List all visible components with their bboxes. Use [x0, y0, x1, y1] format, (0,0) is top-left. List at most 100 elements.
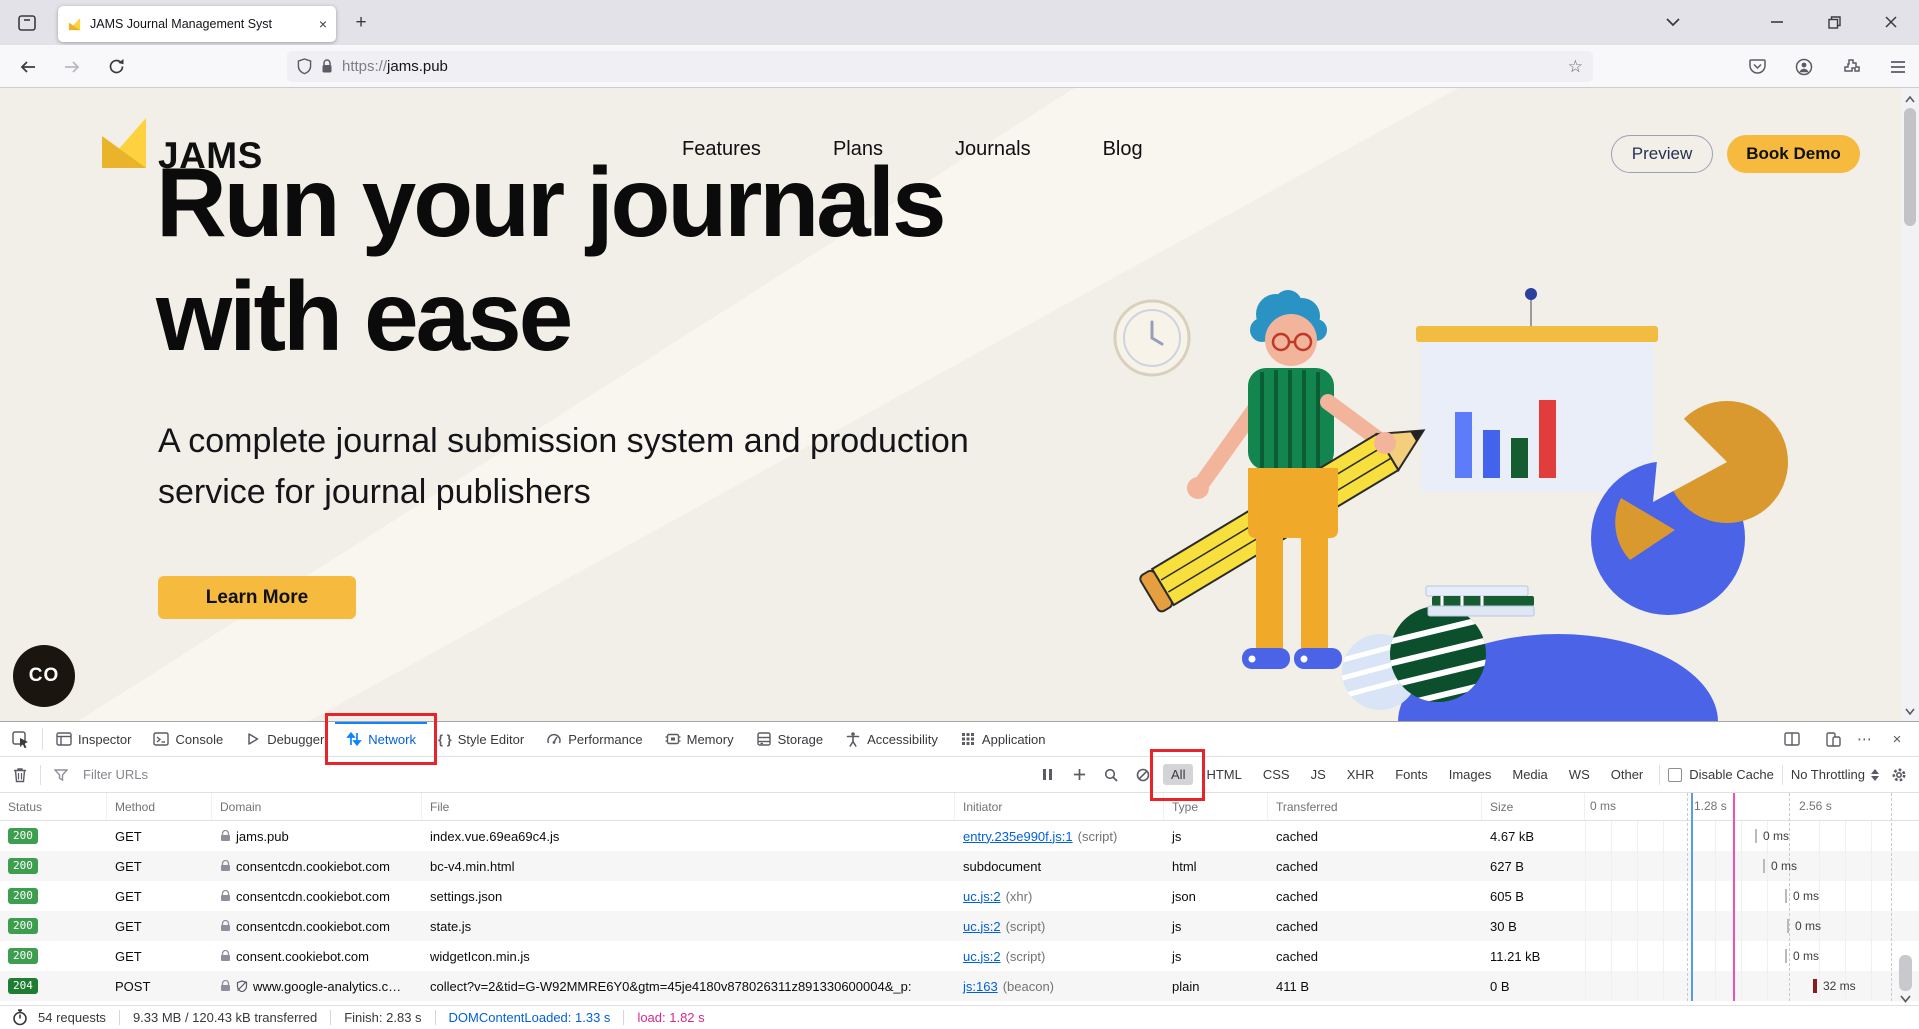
filter-chip-xhr[interactable]: XHR [1339, 764, 1382, 785]
menu-hamburger-icon[interactable] [1883, 52, 1913, 81]
list-tabs-chevron-icon[interactable] [1652, 8, 1694, 36]
column-header-type[interactable]: Type [1164, 793, 1268, 820]
page-scrollbar[interactable] [1901, 88, 1919, 722]
table-scrollbar-thumb[interactable] [1899, 955, 1912, 991]
tab-network[interactable]: Network [335, 722, 427, 756]
column-header-initiator[interactable]: Initiator [955, 793, 1164, 820]
storage-icon [756, 731, 772, 747]
filter-chip-all[interactable]: All [1163, 764, 1193, 785]
column-header-method[interactable]: Method [107, 793, 212, 820]
timeline-tick-0ms: 0 ms [1590, 799, 1616, 813]
tab-debugger[interactable]: Debugger [234, 722, 335, 756]
filter-chip-fonts[interactable]: Fonts [1387, 764, 1436, 785]
status-badge: 200 [8, 918, 38, 934]
disable-cache-control[interactable]: Disable Cache [1668, 767, 1774, 782]
column-header-file[interactable]: File [422, 793, 955, 820]
network-request-row[interactable]: 200 GET jams.pub index.vue.69ea69c4.js e… [0, 821, 1919, 851]
new-tab-button[interactable]: + [347, 10, 375, 36]
filter-chip-js[interactable]: JS [1303, 764, 1334, 785]
throttling-dropdown[interactable]: No Throttling [1791, 767, 1879, 782]
scroll-down-icon[interactable] [1903, 704, 1917, 718]
browser-tab[interactable]: JAMS Journal Management Syst × [58, 6, 336, 42]
reload-button[interactable] [100, 52, 132, 81]
stopwatch-icon[interactable] [12, 1009, 28, 1026]
forward-button[interactable] [56, 52, 88, 81]
window-close-button[interactable] [1870, 8, 1912, 36]
pause-recording-icon[interactable] [1035, 763, 1059, 787]
learn-more-button[interactable]: Learn More [158, 576, 356, 619]
webpage-viewport: JAMS Features Plans Journals Blog Previe… [0, 88, 1919, 722]
nav-item-blog[interactable]: Blog [1103, 138, 1143, 161]
lock-icon[interactable] [321, 59, 333, 74]
window-restore-button[interactable] [1813, 8, 1855, 36]
waterfall-bar: 0 ms [1763, 859, 1797, 873]
tab-style-editor[interactable]: { } Style Editor [427, 722, 535, 756]
column-header-domain[interactable]: Domain [212, 793, 422, 820]
filter-chip-media[interactable]: Media [1504, 764, 1555, 785]
network-settings-gear-icon[interactable] [1887, 763, 1911, 787]
tab-console[interactable]: Console [142, 722, 234, 756]
filter-chip-images[interactable]: Images [1441, 764, 1500, 785]
network-request-row[interactable]: 200 GET consentcdn.cookiebot.com bc-v4.m… [0, 851, 1919, 881]
nav-item-journals[interactable]: Journals [955, 138, 1031, 161]
filter-chip-html[interactable]: HTML [1198, 764, 1249, 785]
initiator-link[interactable]: js:163 [963, 979, 998, 994]
account-icon[interactable] [1789, 52, 1819, 81]
initiator-link[interactable]: entry.235e990f.js:1 [963, 829, 1073, 844]
pick-element-button[interactable] [0, 722, 40, 756]
column-header-status[interactable]: Status [0, 793, 107, 820]
filter-urls-input[interactable] [81, 766, 1027, 783]
search-icon[interactable] [1099, 763, 1123, 787]
window-minimize-button[interactable] [1756, 8, 1798, 36]
network-request-row[interactable]: 200 GET consent.cookiebot.com widgetIcon… [0, 941, 1919, 971]
initiator-link[interactable]: uc.js:2 [963, 889, 1001, 904]
column-header-transferred[interactable]: Transferred [1268, 793, 1482, 820]
column-header-size[interactable]: Size [1482, 793, 1585, 820]
filter-chip-ws[interactable]: WS [1561, 764, 1598, 785]
disable-cache-checkbox[interactable] [1668, 768, 1682, 782]
table-scroll-down-icon[interactable] [1898, 993, 1913, 1005]
scroll-up-icon[interactable] [1903, 92, 1917, 106]
network-request-row[interactable]: 204 POST www.google-analytics.c… collect… [0, 971, 1919, 1001]
tab-accessibility[interactable]: Accessibility [834, 722, 949, 756]
clear-requests-trash-icon[interactable] [8, 763, 32, 787]
pocket-icon[interactable] [1742, 52, 1772, 81]
network-request-row[interactable]: 200 GET consentcdn.cookiebot.com setting… [0, 881, 1919, 911]
initiator-link[interactable]: uc.js:2 [963, 949, 1001, 964]
block-request-icon[interactable] [1131, 763, 1155, 787]
devtools-close-icon[interactable]: × [1883, 726, 1911, 752]
new-request-plus-icon[interactable] [1067, 763, 1091, 787]
initiator-link[interactable]: uc.js:2 [963, 919, 1001, 934]
filter-funnel-icon [49, 763, 73, 787]
network-request-row[interactable]: 200 GET consentcdn.cookiebot.com state.j… [0, 911, 1919, 941]
tab-inspector[interactable]: Inspector [45, 722, 142, 756]
tab-memory[interactable]: Memory [654, 722, 745, 756]
bookmark-star-icon[interactable]: ☆ [1568, 57, 1583, 77]
filter-chip-other[interactable]: Other [1603, 764, 1652, 785]
url-bar[interactable]: https://jams.pub ☆ [287, 51, 1593, 82]
jams-favicon [67, 17, 82, 32]
book-demo-button[interactable]: Book Demo [1727, 135, 1860, 173]
lock-icon [220, 950, 231, 962]
tab-performance[interactable]: Performance [535, 722, 653, 756]
preview-button[interactable]: Preview [1611, 135, 1713, 173]
filter-chip-css[interactable]: CSS [1255, 764, 1298, 785]
tracker-shield-icon [236, 980, 248, 992]
memory-icon [665, 731, 681, 747]
split-console-icon[interactable] [1778, 726, 1806, 752]
cookiebot-widget-button[interactable]: CO [13, 645, 75, 707]
back-button[interactable] [12, 52, 44, 81]
tab-application[interactable]: Application [949, 722, 1057, 756]
lock-icon [220, 920, 231, 932]
tracking-shield-icon[interactable] [297, 58, 312, 75]
page-scrollbar-thumb[interactable] [1904, 108, 1916, 226]
tab-close-icon[interactable]: × [319, 17, 327, 31]
column-header-timeline[interactable]: 0 ms 1.28 s 2.56 s [1585, 793, 1919, 820]
browser-titlebar: JAMS Journal Management Syst × + [0, 0, 1919, 45]
tab-library-icon[interactable] [12, 10, 42, 36]
devtools-meatball-menu-icon[interactable]: ⋯ [1851, 726, 1879, 752]
responsive-design-icon[interactable] [1819, 726, 1847, 752]
tab-storage[interactable]: Storage [745, 722, 835, 756]
extensions-puzzle-icon[interactable] [1836, 52, 1866, 81]
clock-illustration [1115, 301, 1189, 375]
